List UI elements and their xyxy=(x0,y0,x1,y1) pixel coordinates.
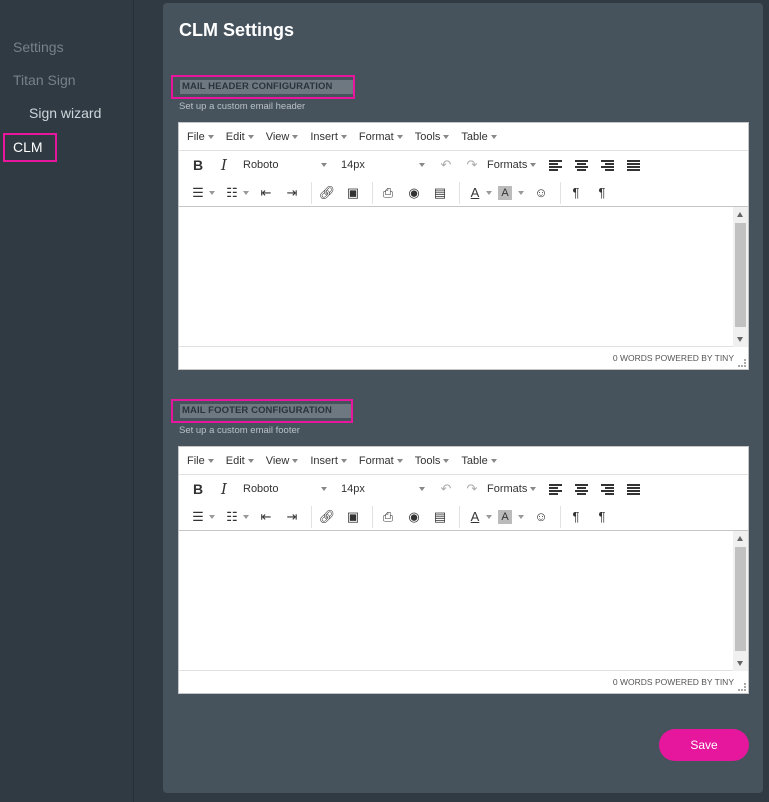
numbered-list-icon[interactable]: ☷ xyxy=(221,506,243,528)
align-center-icon[interactable] xyxy=(570,154,592,176)
bold-button[interactable]: B xyxy=(187,478,209,500)
print-icon[interactable]: ⎙ xyxy=(377,182,399,204)
resize-handle-icon[interactable] xyxy=(738,683,746,691)
sidebar-item-titan-sign[interactable]: Titan Sign xyxy=(13,72,76,88)
rtl-icon[interactable]: ¶ xyxy=(591,506,613,528)
editor-content-area[interactable] xyxy=(179,207,748,347)
resize-handle-icon[interactable] xyxy=(738,359,746,367)
align-right-icon[interactable] xyxy=(596,154,618,176)
background-color-icon[interactable]: A xyxy=(498,185,512,200)
media-icon[interactable]: ▤ xyxy=(429,182,451,204)
emoticons-icon[interactable]: ☺ xyxy=(530,506,552,528)
link-icon[interactable]: 🔗︎ xyxy=(316,182,338,204)
align-justify-icon[interactable] xyxy=(622,154,644,176)
outdent-icon[interactable]: ⇤ xyxy=(255,506,277,528)
menu-insert[interactable]: Insert xyxy=(310,131,347,143)
menu-edit[interactable]: Edit xyxy=(226,131,254,143)
editor-toolbar-row-1: B I Roboto 14px ↶ ↷ Formats xyxy=(179,151,748,179)
save-button[interactable]: Save xyxy=(659,729,749,761)
font-family-select[interactable]: Roboto xyxy=(239,154,331,176)
menu-edit[interactable]: Edit xyxy=(226,455,254,467)
mail-header-description: Set up a custom email header xyxy=(179,101,306,112)
editor-statusbar: 0 WORDS POWERED BY TINY xyxy=(612,677,734,687)
image-icon[interactable]: ▣ xyxy=(342,506,364,528)
page-title: CLM Settings xyxy=(179,20,294,40)
sidebar-item-clm[interactable]: CLM xyxy=(13,139,43,155)
background-color-icon[interactable]: A xyxy=(498,509,512,524)
editor-menubar: File Edit View Insert Format Tools Table xyxy=(179,447,748,475)
align-right-icon[interactable] xyxy=(596,478,618,500)
align-left-icon[interactable] xyxy=(544,154,566,176)
image-icon[interactable]: ▣ xyxy=(342,182,364,204)
editor-toolbar-row-1: B I Roboto 14px ↶ ↷ Formats xyxy=(179,475,748,503)
mail-header-label-box: MAIL HEADER CONFIGURATION xyxy=(171,75,355,99)
menu-format[interactable]: Format xyxy=(359,455,403,467)
menu-table[interactable]: Table xyxy=(461,131,497,143)
bold-button[interactable]: B xyxy=(187,154,209,176)
editor-content-area[interactable] xyxy=(179,531,748,671)
sidebar-item-settings[interactable]: Settings xyxy=(13,39,64,55)
rtl-icon[interactable]: ¶ xyxy=(591,182,613,204)
indent-icon[interactable]: ⇥ xyxy=(281,182,303,204)
menu-file[interactable]: File xyxy=(187,455,214,467)
indent-icon[interactable]: ⇥ xyxy=(281,506,303,528)
bullet-list-icon[interactable]: ☰ xyxy=(187,182,209,204)
preview-icon[interactable]: ◉ xyxy=(403,506,425,528)
text-color-icon[interactable]: A xyxy=(464,506,486,528)
media-icon[interactable]: ▤ xyxy=(429,506,451,528)
align-left-icon[interactable] xyxy=(544,478,566,500)
undo-icon[interactable]: ↶ xyxy=(435,478,457,500)
link-icon[interactable]: 🔗︎ xyxy=(316,506,338,528)
menu-file[interactable]: File xyxy=(187,131,214,143)
sidebar-item-sign-wizard[interactable]: Sign wizard xyxy=(29,105,101,121)
editor-menubar: File Edit View Insert Format Tools Table xyxy=(179,123,748,151)
preview-icon[interactable]: ◉ xyxy=(403,182,425,204)
mail-footer-editor: File Edit View Insert Format Tools Table… xyxy=(178,446,749,694)
formats-dropdown[interactable]: Formats xyxy=(487,159,537,171)
mail-footer-label-box: MAIL FOOTER CONFIGURATION xyxy=(171,399,353,423)
emoticons-icon[interactable]: ☺ xyxy=(530,182,552,204)
print-icon[interactable]: ⎙ xyxy=(377,506,399,528)
undo-icon[interactable]: ↶ xyxy=(435,154,457,176)
mail-footer-label: MAIL FOOTER CONFIGURATION xyxy=(180,404,351,418)
settings-panel: CLM Settings MAIL HEADER CONFIGURATION S… xyxy=(163,3,763,793)
menu-tools[interactable]: Tools xyxy=(415,455,450,467)
ltr-icon[interactable]: ¶ xyxy=(565,182,587,204)
font-size-select[interactable]: 14px xyxy=(337,154,429,176)
editor-toolbar-row-2: ☰ ☷ ⇤ ⇥ 🔗︎ ▣ ⎙ ◉ ▤ A A ☺ ¶ ¶ xyxy=(179,503,748,531)
bullet-list-icon[interactable]: ☰ xyxy=(187,506,209,528)
editor-scrollbar[interactable] xyxy=(733,207,748,347)
mail-footer-description: Set up a custom email footer xyxy=(179,425,300,436)
editor-toolbar-row-2: ☰ ☷ ⇤ ⇥ 🔗︎ ▣ ⎙ ◉ ▤ A A ☺ ¶ ¶ xyxy=(179,179,748,207)
numbered-list-icon[interactable]: ☷ xyxy=(221,182,243,204)
menu-view[interactable]: View xyxy=(266,455,299,467)
font-family-select[interactable]: Roboto xyxy=(239,478,331,500)
formats-dropdown[interactable]: Formats xyxy=(487,483,537,495)
text-color-icon[interactable]: A xyxy=(464,182,486,204)
mail-header-editor: File Edit View Insert Format Tools Table… xyxy=(178,122,749,370)
editor-statusbar: 0 WORDS POWERED BY TINY xyxy=(612,353,734,363)
sidebar: Settings Titan Sign Sign wizard CLM xyxy=(0,0,134,802)
redo-icon[interactable]: ↷ xyxy=(461,478,483,500)
outdent-icon[interactable]: ⇤ xyxy=(255,182,277,204)
editor-scrollbar[interactable] xyxy=(733,531,748,671)
redo-icon[interactable]: ↷ xyxy=(461,154,483,176)
align-center-icon[interactable] xyxy=(570,478,592,500)
menu-view[interactable]: View xyxy=(266,131,299,143)
font-size-select[interactable]: 14px xyxy=(337,478,429,500)
menu-format[interactable]: Format xyxy=(359,131,403,143)
align-justify-icon[interactable] xyxy=(622,478,644,500)
ltr-icon[interactable]: ¶ xyxy=(565,506,587,528)
italic-button[interactable]: I xyxy=(213,154,235,176)
menu-tools[interactable]: Tools xyxy=(415,131,450,143)
italic-button[interactable]: I xyxy=(213,478,235,500)
menu-insert[interactable]: Insert xyxy=(310,455,347,467)
mail-header-label: MAIL HEADER CONFIGURATION xyxy=(180,80,353,94)
menu-table[interactable]: Table xyxy=(461,455,497,467)
